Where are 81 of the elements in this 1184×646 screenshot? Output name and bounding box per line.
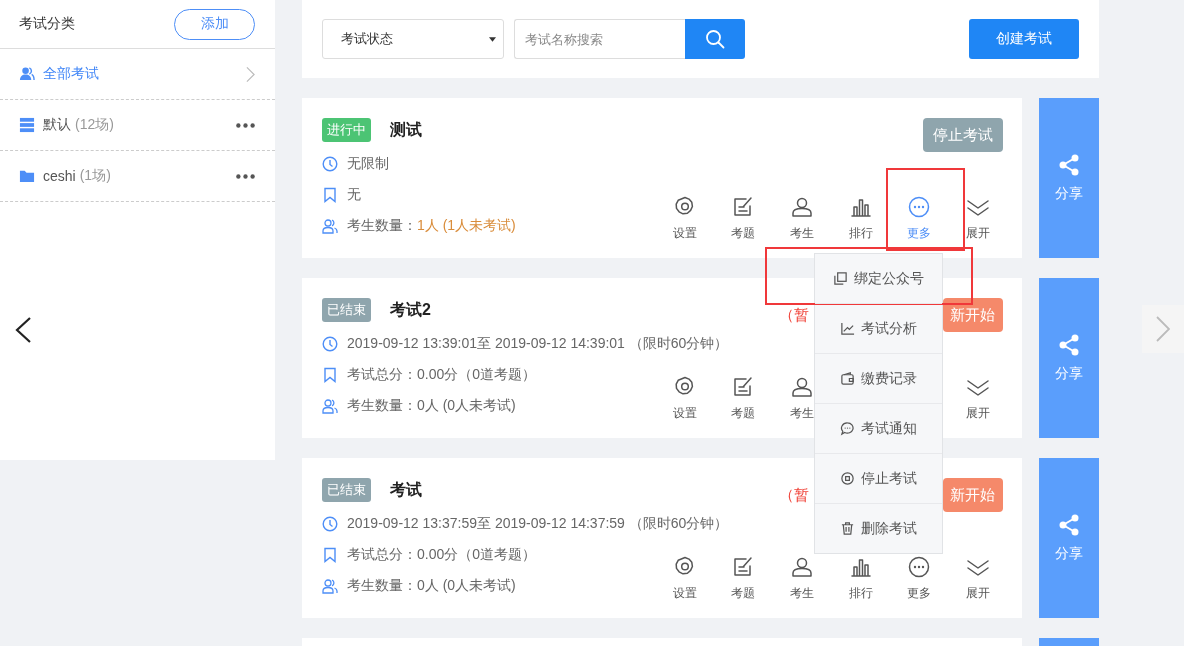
bookmark-icon (322, 546, 338, 563)
search-icon (705, 29, 725, 49)
note-text: （暂 (779, 485, 809, 505)
status-badge: 已结束 (322, 298, 371, 322)
action-button[interactable]: 考题 (714, 555, 773, 602)
person-icon (789, 375, 814, 399)
search-button[interactable] (685, 19, 745, 59)
more-icon (907, 555, 932, 579)
action-button[interactable]: 排行 (831, 555, 890, 602)
exam-title: 考试2 (390, 299, 431, 320)
info-text: 考试总分：0.00分（0道考题） (347, 545, 537, 564)
info-text: 2019-09-12 13:37:59至 2019-09-12 14:37:59 （限时60分钟） (347, 514, 729, 533)
menu-item[interactable]: 考试通知 (815, 403, 942, 453)
info-text: 2019-09-12 13:39:01至 2019-09-12 14:39:01 （限时60分钟） (347, 334, 729, 353)
action-button[interactable]: 更多 (889, 555, 949, 602)
status-select[interactable]: 考试状态 (322, 19, 504, 59)
more-icon (907, 195, 932, 219)
clock-icon (322, 155, 338, 172)
exam-title: 测试 (390, 119, 422, 140)
stack-icon (19, 117, 35, 133)
trash-icon (840, 521, 855, 536)
menu-item[interactable]: 删除考试 (815, 503, 942, 553)
person-icon (789, 555, 814, 579)
menu-item[interactable]: 停止考试 (815, 453, 942, 503)
menu-item[interactable]: 缴费记录 (815, 353, 942, 403)
action-button[interactable]: 展开 (948, 555, 1007, 602)
create-exam-button[interactable]: 创建考试 (969, 19, 1079, 59)
status-badge: 进行中 (322, 118, 371, 142)
bookmark-icon (322, 186, 338, 203)
info-text: 无限制 (347, 154, 389, 173)
item-label: 全部考试 (43, 65, 99, 83)
menu-item[interactable]: 绑定公众号 (765, 247, 973, 305)
sidebar-item[interactable]: 默认 (12场) (0, 100, 275, 151)
clock-icon (322, 335, 338, 352)
users-outline-icon (322, 217, 338, 234)
student-count-text: 考生数量：1人 (1人未考试) (347, 216, 516, 235)
folder-icon (19, 168, 35, 184)
caret-down-icon (489, 36, 496, 42)
share-icon (1057, 513, 1081, 537)
users-icon (19, 66, 35, 82)
student-count-text: 考生数量：0人 (0人未考试) (347, 396, 516, 415)
chevron-right-icon (246, 65, 255, 83)
action-button[interactable]: 设置 (655, 195, 715, 242)
more-dots-icon (236, 173, 255, 179)
action-button[interactable]: 考生 (772, 195, 832, 242)
users-outline-icon (322, 397, 338, 414)
chat-bubble-icon (840, 421, 855, 436)
wallet-icon (840, 371, 855, 386)
sidebar-item[interactable]: 全部考试 (0, 49, 275, 100)
person-icon (789, 195, 814, 219)
item-label: ceshi (43, 168, 76, 184)
note-text: （暂 (779, 305, 809, 325)
item-count: (12场) (75, 116, 114, 134)
menu-item[interactable]: 考试分析 (815, 303, 942, 353)
bookmark-icon (322, 366, 338, 383)
status-badge: 已结束 (322, 478, 371, 502)
sidebar-title: 考试分类 (19, 15, 75, 33)
exam-title: 考试 (390, 479, 422, 500)
chevron-left-icon[interactable] (14, 316, 32, 344)
info-text: 无 (347, 185, 361, 204)
clock-icon (322, 515, 338, 532)
copy-icon (833, 271, 848, 286)
chevron-right-icon (1156, 316, 1170, 342)
action-button[interactable]: 考题 (714, 195, 773, 242)
sidebar-item[interactable]: ceshi (1场) (0, 151, 275, 202)
more-dots-icon (236, 122, 255, 128)
users-outline-icon (322, 577, 338, 594)
action-button[interactable]: 考题 (714, 375, 773, 422)
info-text: 考试总分：0.00分（0道考题） (347, 365, 537, 384)
student-count-text: 考生数量：0人 (0人未考试) (347, 576, 516, 595)
action-button[interactable]: 设置 (655, 555, 715, 602)
action-button[interactable]: 考生 (772, 555, 832, 602)
action-button[interactable]: 展开 (948, 375, 1007, 422)
line-chart-icon (840, 321, 855, 336)
search-field[interactable]: 考试名称搜索 (514, 19, 685, 59)
item-count: (1场) (79, 167, 111, 185)
item-label: 默认 (43, 116, 71, 134)
share-icon (1057, 333, 1081, 357)
stop-circle-icon (840, 471, 855, 486)
share-icon (1057, 153, 1081, 177)
action-button[interactable]: 设置 (655, 375, 715, 422)
